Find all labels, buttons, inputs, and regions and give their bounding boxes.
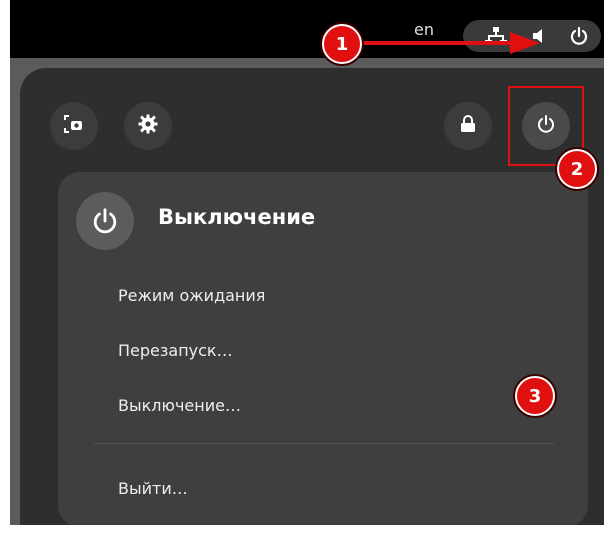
menu-item-log-out[interactable]: Выйти…	[118, 479, 188, 498]
lock-button[interactable]	[444, 102, 492, 150]
menu-divider	[94, 443, 554, 444]
annotation-arrow	[360, 32, 540, 54]
menu-item-suspend[interactable]: Режим ожидания	[118, 286, 265, 305]
screenshot-button[interactable]	[50, 102, 98, 150]
power-icon	[76, 192, 134, 250]
menu-item-power-off[interactable]: Выключение…	[118, 396, 241, 415]
annotation-marker-2: 2	[557, 149, 597, 189]
power-submenu: Выключение Режим ожидания Перезапуск… Вы…	[58, 172, 588, 527]
submenu-title: Выключение	[158, 205, 316, 229]
power-icon	[569, 26, 589, 50]
settings-button[interactable]	[124, 102, 172, 150]
desktop-screen: en Выключение Режим ожидания Перезапуск……	[10, 0, 604, 538]
annotation-marker-1: 1	[322, 24, 362, 64]
annotation-marker-3: 3	[515, 376, 555, 416]
settings-icon	[138, 114, 158, 138]
menu-item-restart[interactable]: Перезапуск…	[118, 341, 233, 360]
lock-icon	[460, 115, 476, 137]
page-bottom-edge	[0, 525, 604, 538]
screenshot-icon	[64, 115, 84, 137]
